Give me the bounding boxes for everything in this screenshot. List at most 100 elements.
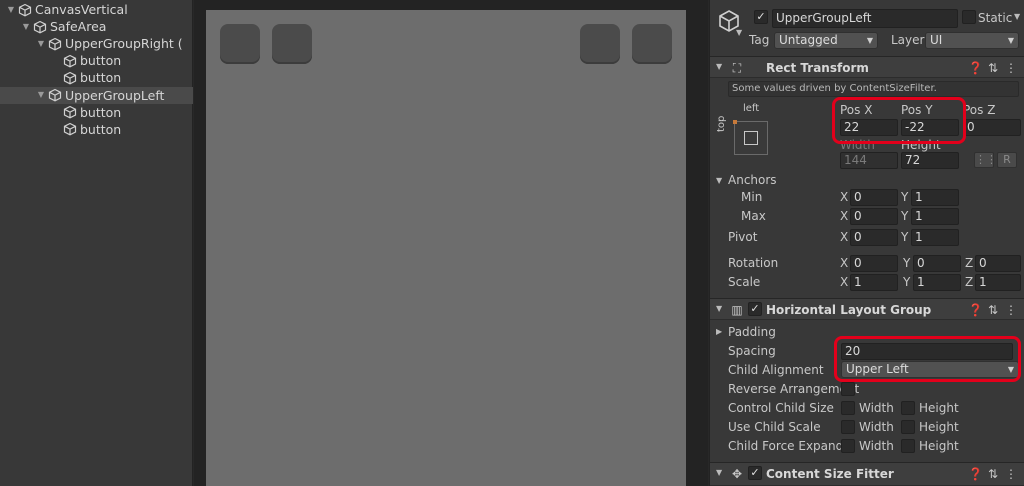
anchor-min-y-field[interactable]: 1 xyxy=(911,189,959,206)
canvas-preview[interactable] xyxy=(206,10,686,486)
hlg-enabled-checkbox[interactable]: ✓ xyxy=(748,302,762,316)
rect-transform-icon: ⛶ xyxy=(732,61,742,75)
static-dropdown-icon[interactable]: ▼ xyxy=(1014,12,1020,21)
scale-z-field[interactable]: 1 xyxy=(975,274,1021,291)
raw-edit-button[interactable]: R xyxy=(997,152,1017,168)
expand-toggle-icon xyxy=(51,124,61,134)
hierarchy-item[interactable]: button xyxy=(0,104,193,121)
highlight-spacing-alignment xyxy=(834,336,1021,382)
hierarchy-item[interactable]: button xyxy=(0,52,193,69)
expand-toggle-icon[interactable]: ▼ xyxy=(36,90,46,100)
use-child-scale-width-checkbox[interactable] xyxy=(841,420,855,434)
more-icon[interactable]: ⋮ xyxy=(1004,61,1018,75)
content-size-fitter-icon: ✥ xyxy=(731,467,743,481)
anchor-min-x-field[interactable]: 0 xyxy=(850,189,898,206)
help-icon[interactable]: ❓ xyxy=(968,61,983,75)
hierarchy-item[interactable]: ▼ CanvasVertical xyxy=(0,1,193,18)
help-icon[interactable]: ❓ xyxy=(968,303,983,317)
expand-toggle-icon[interactable]: ▼ xyxy=(6,5,16,15)
chevron-down-icon: ▼ xyxy=(1007,36,1014,45)
use-child-scale-height-checkbox[interactable] xyxy=(901,420,915,434)
preset-icon[interactable]: ⇅ xyxy=(986,303,1000,317)
expand-toggle-icon xyxy=(51,107,61,117)
driven-note: Some values driven by ContentSizeFilter. xyxy=(728,81,1019,97)
hierarchy-item[interactable]: ▼ UpperGroupLeft xyxy=(0,86,193,104)
static-checkbox[interactable] xyxy=(962,10,976,24)
anchor-preset-v-label: top xyxy=(716,115,727,132)
min-label: Min xyxy=(741,190,763,204)
pivot-x-axis: X xyxy=(840,230,849,244)
preview-button-left-2[interactable] xyxy=(272,24,312,64)
csf-title: Content Size Fitter xyxy=(766,467,894,481)
gameobject-icon xyxy=(63,122,77,136)
hierarchy-item[interactable]: button xyxy=(0,121,193,138)
foldout-icon[interactable]: ▼ xyxy=(716,304,722,313)
rect-transform-header[interactable]: ▼ ⛶ Rect Transform ❓ ⇅ ⋮ xyxy=(710,56,1024,78)
hierarchy-item[interactable]: ▼ UpperGroupRight ( xyxy=(0,35,193,52)
hierarchy-item-label: CanvasVertical xyxy=(35,2,128,17)
object-name-field[interactable]: UpperGroupLeft xyxy=(772,9,958,28)
foldout-icon[interactable]: ▼ xyxy=(716,62,722,71)
control-child-width-checkbox[interactable] xyxy=(841,401,855,415)
pivot-y-field[interactable]: 1 xyxy=(911,229,959,246)
static-label: Static xyxy=(978,11,1013,25)
preset-icon[interactable]: ⇅ xyxy=(986,467,1000,481)
pivot-x-field[interactable]: 0 xyxy=(850,229,898,246)
hierarchy-item-label: button xyxy=(80,104,122,120)
expand-toggle-icon[interactable]: ▼ xyxy=(36,39,46,49)
height-field[interactable]: 72 xyxy=(901,152,959,169)
scale-y-axis: Y xyxy=(903,275,911,289)
expand-toggle-icon xyxy=(51,56,61,66)
scale-z-axis: Z xyxy=(965,275,974,289)
csf-header[interactable]: ▼ ✥ ✓ Content Size Fitter ❓ ⇅ ⋮ xyxy=(710,462,1024,486)
anchor-preset-button[interactable] xyxy=(733,120,768,155)
layer-value: UI xyxy=(930,33,943,47)
hierarchy-item[interactable]: ▼ SafeArea xyxy=(0,18,193,35)
blueprint-mode-button[interactable]: ⋮⋮ xyxy=(974,152,997,168)
gameobject-icon xyxy=(48,37,62,51)
scale-y-field[interactable]: 1 xyxy=(913,274,961,291)
rotation-label: Rotation xyxy=(728,256,779,270)
expand-toggle-icon[interactable]: ▼ xyxy=(21,22,31,32)
tag-label: Tag xyxy=(749,33,770,47)
anchor-max-y-field[interactable]: 1 xyxy=(911,208,959,225)
hierarchy-item[interactable]: button xyxy=(0,69,193,86)
child-force-expand-height-checkbox[interactable] xyxy=(901,439,915,453)
anchor-max-x-field[interactable]: 0 xyxy=(850,208,898,225)
preview-button-left-1[interactable] xyxy=(220,24,260,64)
csf-enabled-checkbox[interactable]: ✓ xyxy=(748,466,762,480)
layer-dropdown[interactable]: UI ▼ xyxy=(925,32,1019,49)
rotation-z-field[interactable]: 0 xyxy=(975,255,1021,272)
control-child-height-checkbox[interactable] xyxy=(901,401,915,415)
more-icon[interactable]: ⋮ xyxy=(1004,303,1018,317)
layout-group-icon: ▥ xyxy=(731,303,743,317)
preview-button-right-2[interactable] xyxy=(632,24,672,64)
child-force-expand-height-label: Height xyxy=(919,439,959,453)
more-icon[interactable]: ⋮ xyxy=(1004,467,1018,481)
preset-icon[interactable]: ⇅ xyxy=(986,61,1000,75)
padding-foldout-icon[interactable]: ▶ xyxy=(716,327,722,336)
hlg-header[interactable]: ▼ ▥ ✓ Horizontal Layout Group ❓ ⇅ ⋮ xyxy=(710,298,1024,320)
scene-view[interactable] xyxy=(194,0,708,486)
hierarchy-item-label: button xyxy=(80,70,122,86)
hierarchy-item-label: button xyxy=(80,121,122,137)
rot-z-axis: Z xyxy=(965,256,974,270)
layer-label: Layer xyxy=(891,33,925,47)
rotation-x-field[interactable]: 0 xyxy=(850,255,898,272)
help-icon[interactable]: ❓ xyxy=(968,467,983,481)
child-force-expand-width-checkbox[interactable] xyxy=(841,439,855,453)
tag-dropdown[interactable]: Untagged ▼ xyxy=(774,32,878,49)
pos-z-field[interactable]: 0 xyxy=(963,119,1021,136)
rot-y-axis: Y xyxy=(903,256,911,270)
max-x-axis: X xyxy=(840,209,849,223)
anchor-preset-h-label: left xyxy=(743,103,760,114)
foldout-icon[interactable]: ▼ xyxy=(716,468,722,477)
rotation-y-field[interactable]: 0 xyxy=(913,255,961,272)
anchors-foldout-icon[interactable]: ▼ xyxy=(716,176,722,185)
anchor-preset-square xyxy=(744,131,758,145)
icon-dropdown-icon[interactable]: ▼ xyxy=(736,28,742,37)
preview-button-right-1[interactable] xyxy=(580,24,620,64)
reverse-arrangement-checkbox[interactable] xyxy=(841,382,855,396)
scale-x-field[interactable]: 1 xyxy=(850,274,898,291)
active-checkbox[interactable]: ✓ xyxy=(754,10,768,24)
